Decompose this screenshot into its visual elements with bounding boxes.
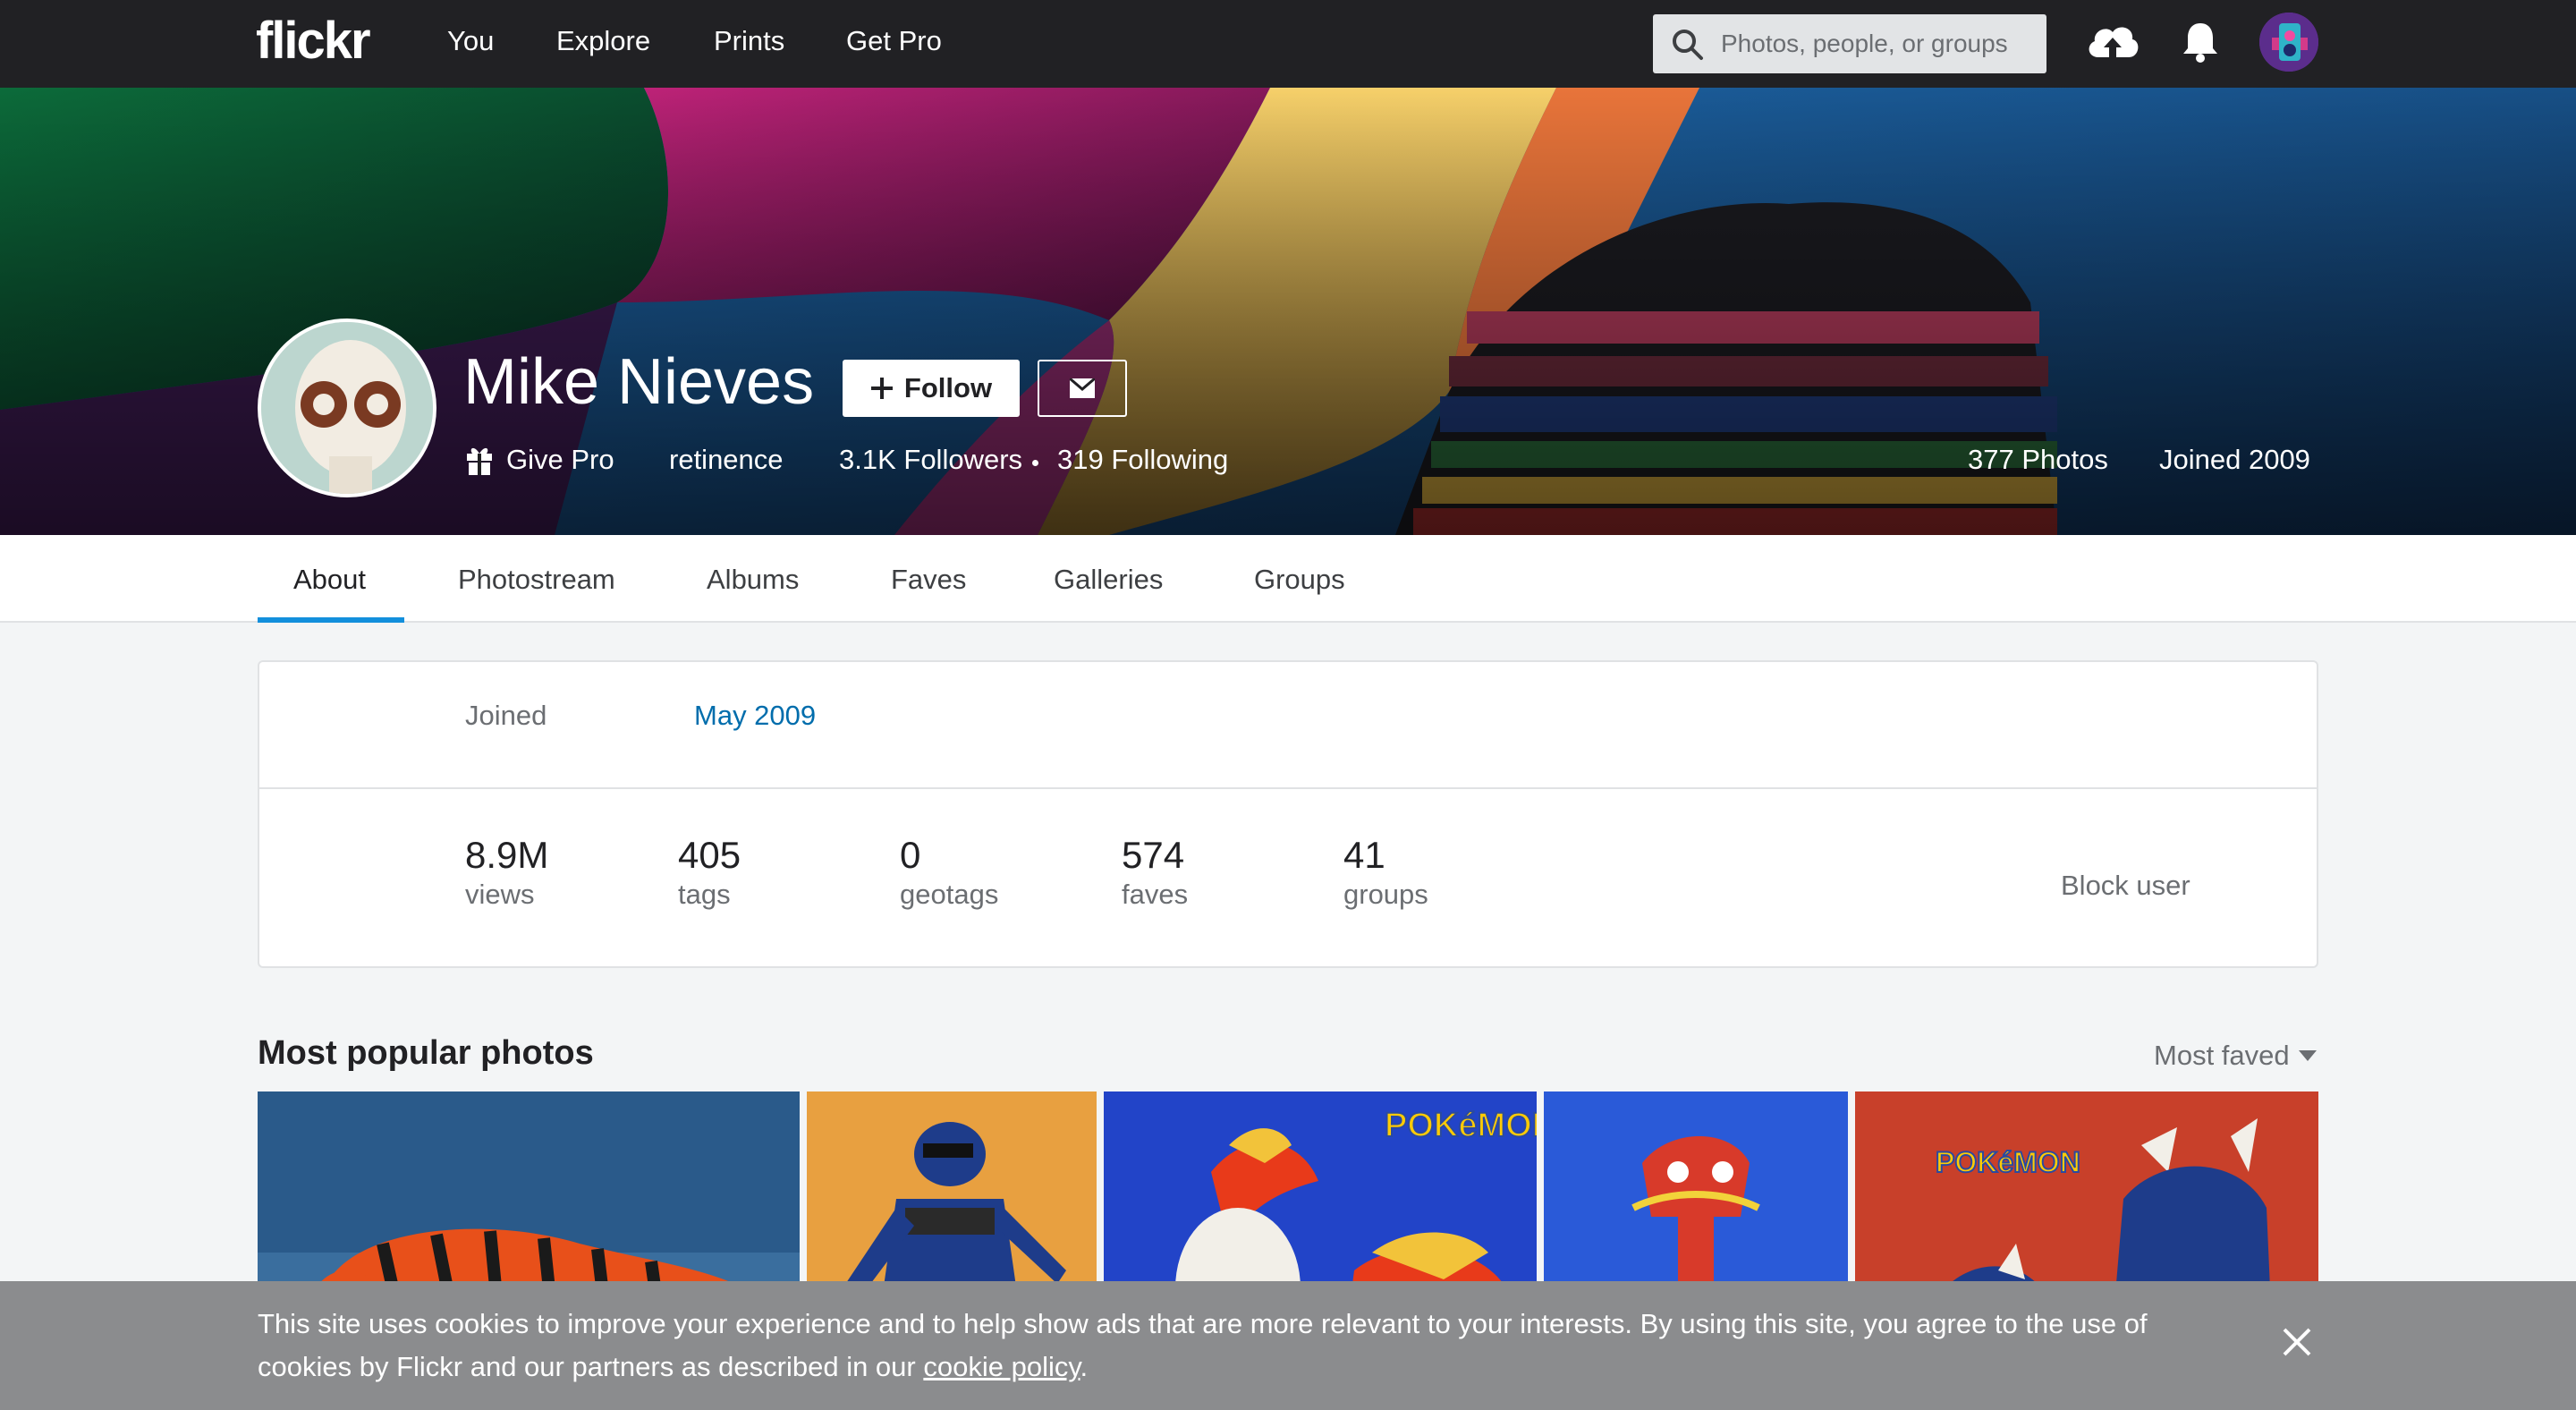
sort-dropdown[interactable]: Most faved bbox=[2154, 1040, 2317, 1072]
tab-photostream[interactable]: Photostream bbox=[458, 564, 615, 596]
nav-item-you[interactable]: You bbox=[447, 25, 494, 57]
block-user-link[interactable]: Block user bbox=[2061, 870, 2190, 902]
card-divider bbox=[259, 787, 2317, 789]
stat-faves: 574 faves bbox=[1122, 834, 1188, 911]
search-box bbox=[1653, 14, 2046, 73]
bell-icon[interactable] bbox=[2181, 20, 2220, 64]
following-link[interactable]: 319 Following bbox=[1057, 444, 1228, 476]
joined-label: Joined bbox=[465, 700, 547, 731]
flickr-logo[interactable]: flickr bbox=[256, 11, 371, 71]
follow-button-label: Follow bbox=[903, 372, 993, 403]
stat-geotags: 0 geotags bbox=[900, 834, 998, 911]
stat-label: groups bbox=[1343, 879, 1428, 910]
close-icon[interactable] bbox=[2279, 1324, 2315, 1360]
search-input[interactable] bbox=[1721, 14, 2034, 73]
tab-albums[interactable]: Albums bbox=[707, 564, 799, 596]
user-avatar[interactable] bbox=[2259, 13, 2318, 72]
pokemon-logo-text: POKéMON bbox=[1936, 1146, 2080, 1178]
followers-link[interactable]: 3.1K Followers bbox=[839, 444, 1022, 476]
stat-label: tags bbox=[678, 879, 731, 910]
cookie-text: This site uses cookies to improve your e… bbox=[258, 1308, 2148, 1382]
cookie-banner: This site uses cookies to improve your e… bbox=[0, 1281, 2576, 1410]
avatar-image bbox=[2259, 13, 2318, 72]
joined-date[interactable]: May 2009 bbox=[694, 700, 816, 732]
pokemon-logo-text: POKéMON bbox=[1385, 1107, 1537, 1144]
profile-avatar-image bbox=[261, 322, 433, 494]
plus-icon bbox=[870, 378, 893, 399]
profile-name: Mike Nieves bbox=[463, 346, 815, 418]
top-navigation: flickr You Explore Prints Get Pro bbox=[0, 0, 2576, 88]
active-tab-indicator bbox=[258, 617, 404, 623]
follow-button[interactable]: Follow bbox=[843, 360, 1020, 417]
stat-tags: 405 tags bbox=[678, 834, 741, 911]
tab-about[interactable]: About bbox=[293, 564, 366, 596]
profile-cover: Mike Nieves Follow Give Pro retinence 3.… bbox=[0, 88, 2576, 535]
give-pro-link[interactable]: Give Pro bbox=[465, 444, 614, 476]
stat-views: 8.9M views bbox=[465, 834, 548, 911]
profile-tabs: About Photostream Albums Faves Galleries… bbox=[0, 535, 2576, 623]
separator-dot bbox=[1032, 460, 1038, 466]
stat-value: 8.9M bbox=[465, 834, 549, 876]
cookie-message: This site uses cookies to improve your e… bbox=[258, 1303, 2225, 1389]
joined-year: Joined 2009 bbox=[2159, 444, 2310, 475]
cookie-policy-link[interactable]: cookie policy bbox=[923, 1351, 1080, 1382]
stat-value: 574 bbox=[1122, 834, 1185, 876]
mail-icon bbox=[1070, 378, 1095, 398]
profile-avatar[interactable] bbox=[258, 319, 436, 497]
popular-photos-heading: Most popular photos bbox=[258, 1034, 594, 1072]
upload-icon[interactable] bbox=[2084, 18, 2141, 66]
stat-value: 0 bbox=[900, 834, 921, 876]
nav-item-explore[interactable]: Explore bbox=[556, 25, 650, 57]
cookie-suffix: . bbox=[1080, 1351, 1089, 1382]
tab-faves[interactable]: Faves bbox=[891, 564, 966, 596]
stat-value: 405 bbox=[678, 834, 741, 876]
photos-count: 377 Photos bbox=[1968, 444, 2108, 475]
give-pro-label: Give Pro bbox=[506, 444, 614, 475]
sort-dropdown-label: Most faved bbox=[2154, 1040, 2290, 1071]
stat-label: views bbox=[465, 879, 535, 910]
stat-label: geotags bbox=[900, 879, 999, 910]
message-button[interactable] bbox=[1038, 360, 1127, 417]
tab-groups[interactable]: Groups bbox=[1254, 564, 1345, 596]
tab-galleries[interactable]: Galleries bbox=[1054, 564, 1163, 596]
about-card: Joined May 2009 8.9M views 405 tags 0 ge… bbox=[258, 660, 2318, 968]
stat-value: 41 bbox=[1343, 834, 1385, 876]
nav-item-get-pro[interactable]: Get Pro bbox=[846, 25, 942, 57]
stat-label: faves bbox=[1122, 879, 1189, 910]
stat-groups: 41 groups bbox=[1343, 834, 1428, 911]
nav-item-prints[interactable]: Prints bbox=[714, 25, 784, 57]
search-icon[interactable] bbox=[1671, 28, 1705, 62]
gift-icon bbox=[467, 447, 492, 475]
chevron-down-icon bbox=[2298, 1050, 2317, 1061]
profile-username: retinence bbox=[669, 444, 784, 475]
